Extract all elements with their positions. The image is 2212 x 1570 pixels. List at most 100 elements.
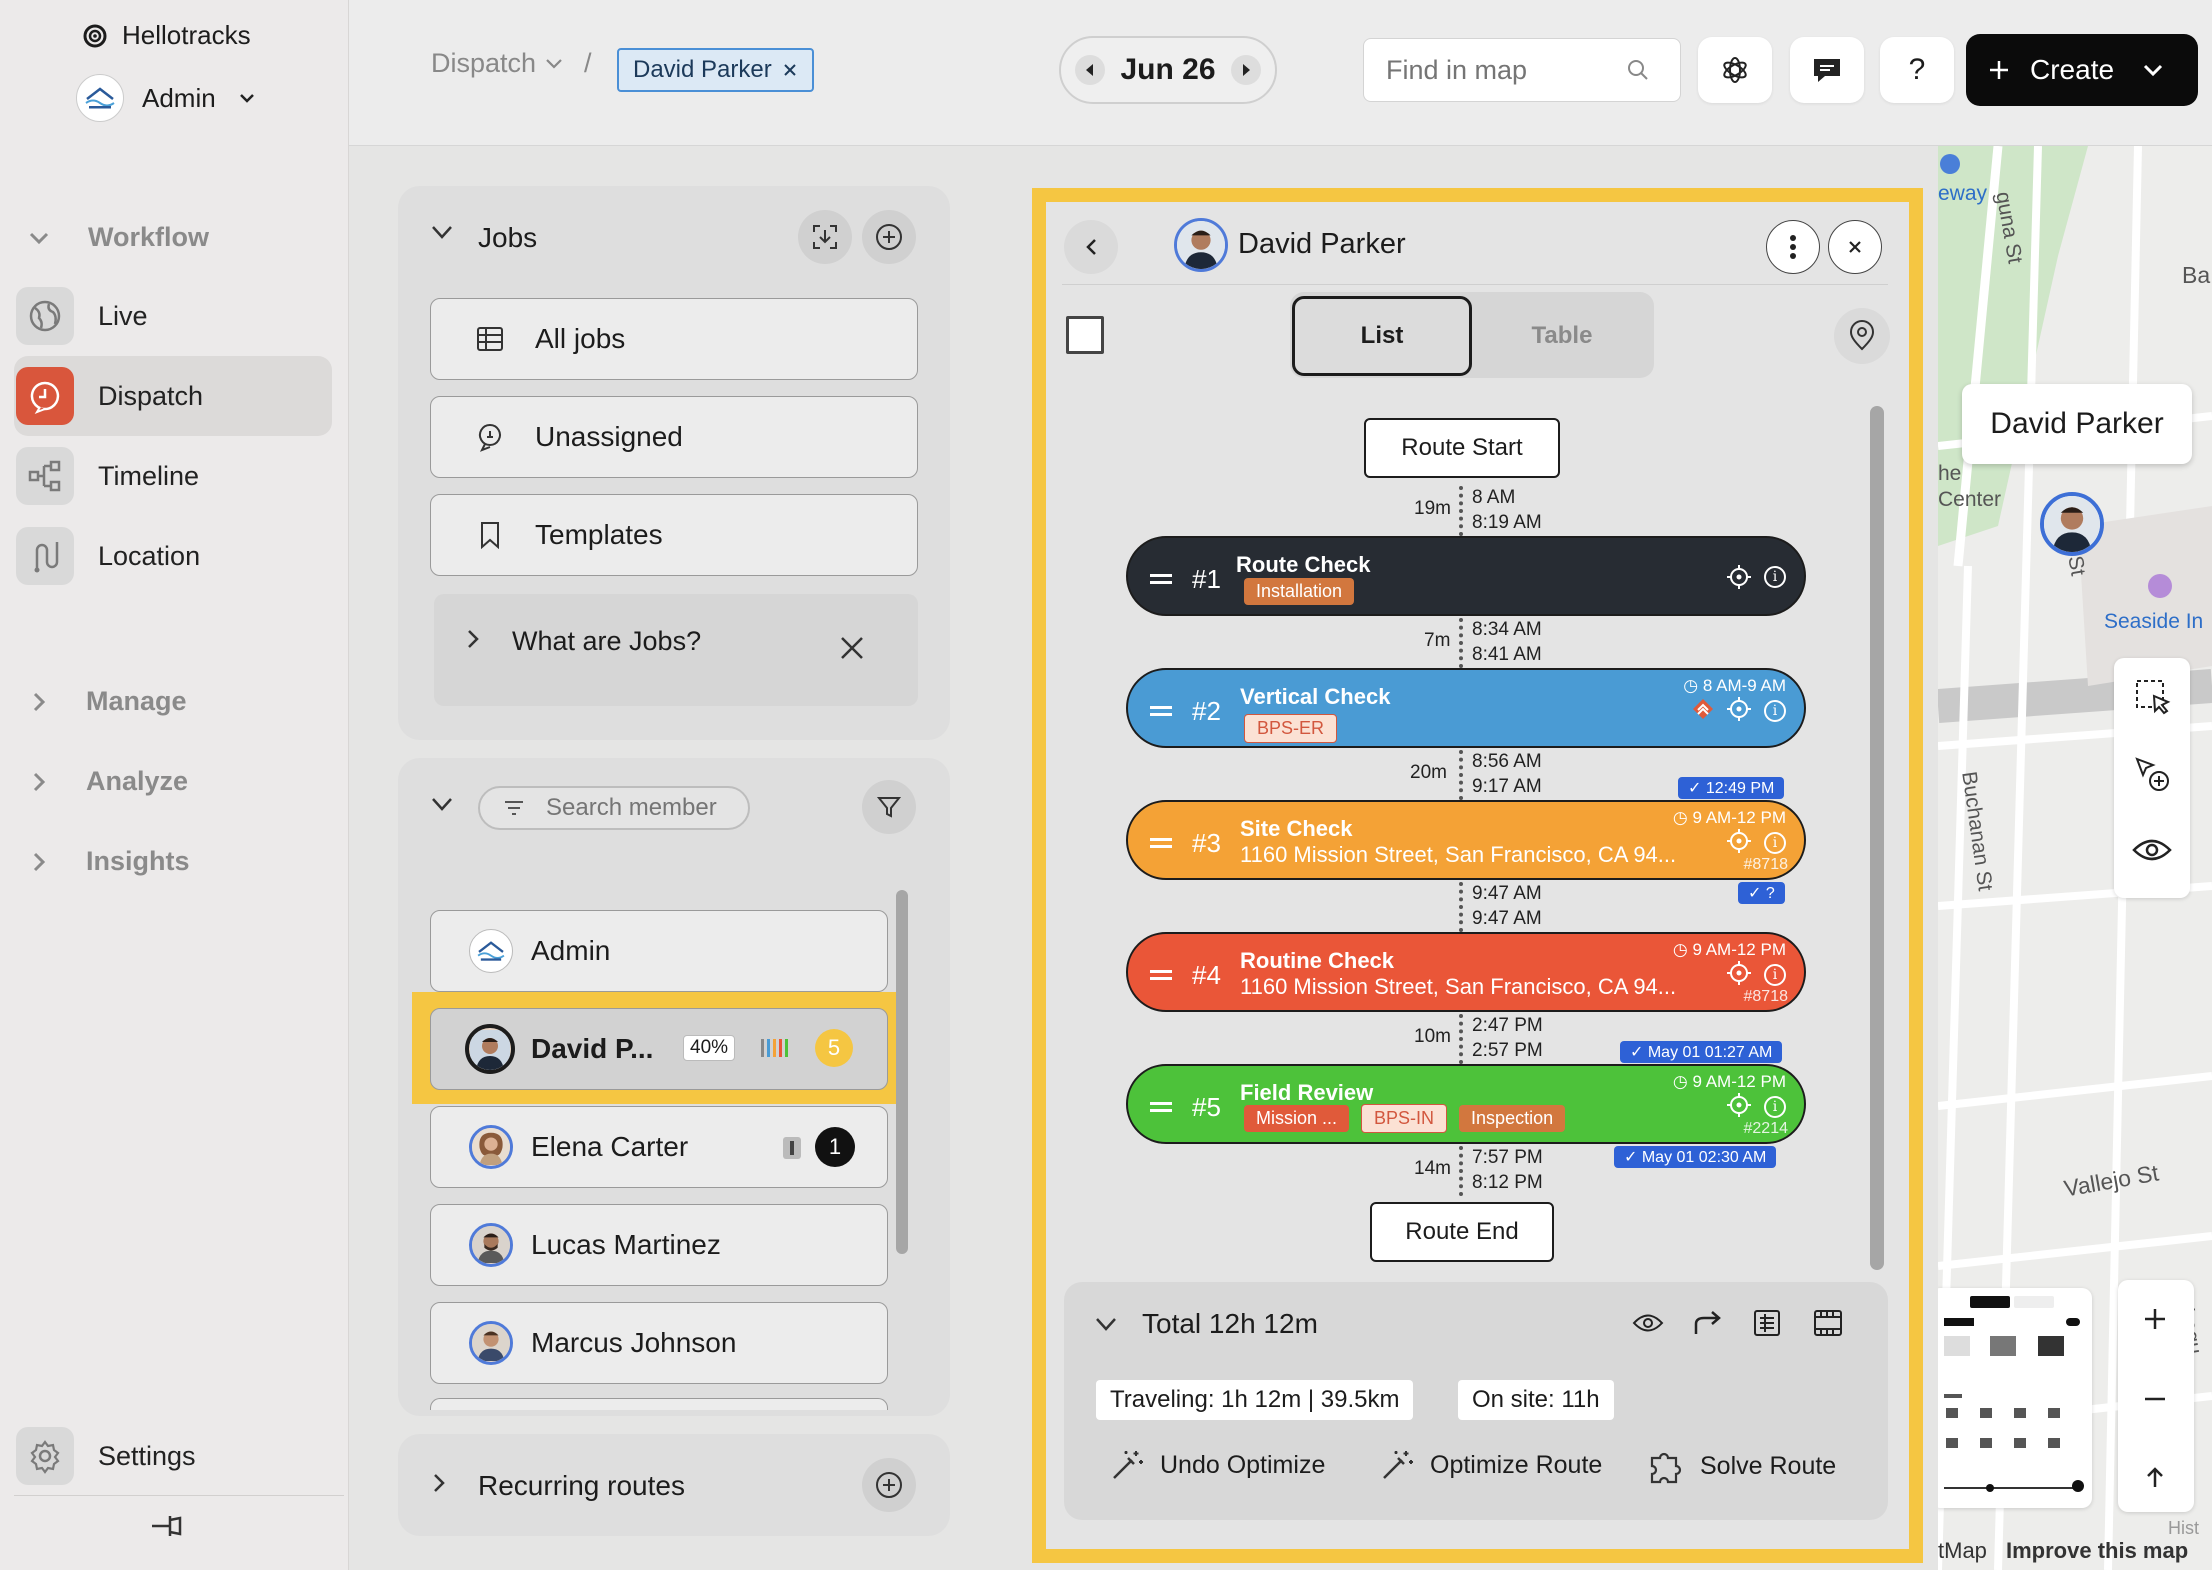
stop-tag: Installation bbox=[1244, 578, 1355, 605]
zoom-out-icon[interactable] bbox=[2142, 1396, 2168, 1402]
jobs-help-card[interactable]: What are Jobs? bbox=[434, 594, 918, 706]
onsite-stat-label: On site: 11h bbox=[1472, 1386, 1600, 1413]
stop-reference: #8718 bbox=[1743, 856, 1789, 873]
close-route-button[interactable] bbox=[1828, 220, 1882, 274]
route-stop-2[interactable]: #2 Vertical Check BPS-ER ◷ 8 AM-9 AM i bbox=[1126, 668, 1806, 748]
map-view[interactable]: eway guna St Ba he Center St Seaside In … bbox=[1938, 146, 2212, 1570]
eye-icon[interactable] bbox=[1632, 1312, 1664, 1334]
close-icon[interactable] bbox=[838, 634, 866, 662]
sidebar-item-location[interactable]: Location bbox=[14, 516, 332, 596]
zoom-in-icon[interactable] bbox=[2142, 1306, 2168, 1332]
sidebar-item-dispatch[interactable]: Dispatch bbox=[14, 356, 332, 436]
templates-button[interactable]: Templates bbox=[430, 494, 918, 576]
unassigned-button[interactable]: Unassigned bbox=[430, 396, 918, 478]
member-row-david-parker[interactable]: David P... 40% 5 bbox=[430, 1008, 888, 1090]
improve-map-link[interactable]: Improve this map bbox=[2006, 1538, 2188, 1564]
checklist-icon[interactable] bbox=[1752, 1308, 1782, 1338]
select-all-checkbox[interactable] bbox=[1066, 316, 1104, 354]
member-row-admin[interactable]: Admin bbox=[430, 910, 888, 992]
member-row-lucas-martinez[interactable]: Lucas Martinez bbox=[430, 1204, 888, 1286]
chevron-down-icon[interactable] bbox=[430, 224, 454, 242]
info-icon[interactable]: i bbox=[1764, 700, 1786, 722]
route-start-button[interactable]: Route Start bbox=[1364, 418, 1560, 478]
gap-depart-time: 8 AM bbox=[1472, 487, 1516, 508]
map-worker-marker[interactable] bbox=[2040, 492, 2104, 556]
section-insights[interactable]: Insights bbox=[28, 846, 190, 877]
add-point-icon[interactable] bbox=[2134, 756, 2172, 794]
film-icon[interactable] bbox=[1812, 1308, 1844, 1338]
member-filter-button[interactable] bbox=[862, 780, 916, 834]
route-end-button[interactable]: Route End bbox=[1370, 1202, 1554, 1262]
map-layers-preview[interactable] bbox=[1938, 1288, 2092, 1508]
tab-table[interactable]: Table bbox=[1472, 296, 1652, 376]
close-icon[interactable] bbox=[782, 62, 798, 78]
back-button[interactable] bbox=[1064, 220, 1118, 274]
info-icon[interactable]: i bbox=[1764, 964, 1786, 986]
route-list-scrollbar[interactable] bbox=[1870, 406, 1884, 1270]
create-button[interactable]: Create bbox=[1966, 34, 2198, 106]
pin-sidebar-icon[interactable] bbox=[148, 1512, 184, 1540]
map-search-input[interactable] bbox=[1386, 54, 1626, 86]
info-icon[interactable]: i bbox=[1764, 566, 1786, 588]
all-jobs-button[interactable]: All jobs bbox=[430, 298, 918, 380]
locate-icon[interactable] bbox=[1726, 960, 1752, 986]
compass-north-icon[interactable] bbox=[2144, 1466, 2166, 1490]
messages-button[interactable] bbox=[1790, 37, 1864, 103]
bayview-logo-icon bbox=[85, 87, 115, 109]
route-map-pin-button[interactable] bbox=[1834, 308, 1890, 364]
locate-icon[interactable] bbox=[1726, 696, 1752, 722]
section-workflow[interactable]: Workflow bbox=[28, 222, 209, 253]
chevron-down-icon[interactable] bbox=[430, 796, 454, 814]
member-row-marcus-johnson[interactable]: Marcus Johnson bbox=[430, 1302, 888, 1384]
next-day-button[interactable] bbox=[1230, 55, 1261, 85]
drag-handle-icon[interactable] bbox=[1150, 1102, 1172, 1112]
drag-handle-icon[interactable] bbox=[1150, 574, 1172, 584]
current-date[interactable]: Jun 26 bbox=[1120, 53, 1215, 87]
undo-optimize-button[interactable]: Undo Optimize bbox=[1110, 1448, 1325, 1482]
tab-list[interactable]: List bbox=[1292, 296, 1472, 376]
sidebar-item-settings[interactable]: Settings bbox=[14, 1416, 332, 1496]
route-stop-3[interactable]: #3 Site Check 1160 Mission Street, San F… bbox=[1126, 800, 1806, 880]
filter-chip[interactable]: David Parker bbox=[617, 48, 814, 92]
route-stop-1[interactable]: #1 Route Check Installation i bbox=[1126, 536, 1806, 616]
map-layers-panel-thumbnail bbox=[1944, 1296, 2084, 1492]
map-search[interactable] bbox=[1363, 38, 1681, 102]
section-analyze[interactable]: Analyze bbox=[28, 766, 188, 797]
solve-route-button[interactable]: Solve Route bbox=[1648, 1448, 1836, 1484]
chevron-right-icon bbox=[33, 852, 46, 871]
search-icon bbox=[1628, 60, 1648, 80]
drag-handle-icon[interactable] bbox=[1150, 970, 1172, 980]
import-jobs-button[interactable] bbox=[798, 210, 852, 264]
info-icon[interactable]: i bbox=[1764, 1096, 1786, 1118]
drag-handle-icon[interactable] bbox=[1150, 706, 1172, 716]
help-button[interactable]: ? bbox=[1880, 37, 1954, 103]
route-stop-5[interactable]: #5 Field Review Mission ... BPS-IN Inspect… bbox=[1126, 1064, 1806, 1144]
member-list-scrollbar[interactable] bbox=[896, 890, 908, 1254]
map-pin-icon bbox=[1849, 320, 1875, 351]
chevron-down-icon[interactable] bbox=[1094, 1316, 1118, 1332]
member-row-elena-carter[interactable]: Elena Carter 1 bbox=[430, 1106, 888, 1188]
eye-icon[interactable] bbox=[2132, 836, 2172, 864]
locate-icon[interactable] bbox=[1726, 828, 1752, 854]
member-search-input[interactable] bbox=[546, 794, 736, 822]
add-job-button[interactable] bbox=[862, 210, 916, 264]
member-search[interactable] bbox=[478, 786, 750, 830]
breadcrumb[interactable]: Dispatch / bbox=[431, 48, 592, 79]
account-switcher[interactable]: Admin bbox=[76, 74, 256, 122]
sidebar-item-timeline[interactable]: Timeline bbox=[14, 436, 332, 516]
locate-icon[interactable] bbox=[1726, 564, 1752, 590]
section-manage[interactable]: Manage bbox=[28, 686, 187, 717]
share-arrow-icon[interactable] bbox=[1692, 1308, 1724, 1336]
more-options-button[interactable] bbox=[1766, 220, 1820, 274]
sidebar-item-live[interactable]: Live bbox=[14, 276, 332, 356]
ai-assistant-button[interactable] bbox=[1698, 37, 1772, 103]
puzzle-icon bbox=[1650, 1452, 1682, 1484]
add-recurring-route-button[interactable] bbox=[862, 1458, 916, 1512]
select-area-icon[interactable] bbox=[2134, 678, 2172, 716]
locate-icon[interactable] bbox=[1726, 1092, 1752, 1118]
prev-day-button[interactable] bbox=[1075, 55, 1105, 85]
drag-handle-icon[interactable] bbox=[1150, 838, 1172, 848]
route-stop-4[interactable]: #4 Routine Check 1160 Mission Street, Sa… bbox=[1126, 932, 1806, 1012]
optimize-route-button[interactable]: Optimize Route bbox=[1380, 1448, 1602, 1482]
info-icon[interactable]: i bbox=[1764, 832, 1786, 854]
